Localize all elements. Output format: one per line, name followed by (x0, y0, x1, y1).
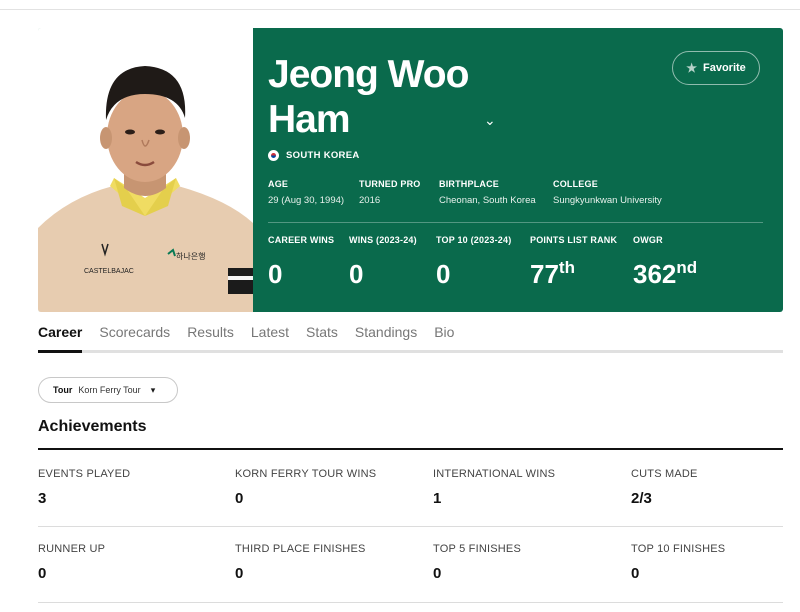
achievements-rule (38, 448, 783, 450)
achievement-runner-up: RUNNER UP 0 (38, 543, 105, 582)
stat-value: 77 (530, 259, 559, 289)
tour-dropdown-value: Korn Ferry Tour (78, 385, 141, 395)
achievement-events-played: EVENTS PLAYED 3 (38, 468, 130, 507)
achievement-kft-wins: KORN FERRY TOUR WINS 0 (235, 468, 376, 507)
player-hero: CASTELBAJAC 하나은행 Jeong Woo Ham ⌄ SOUTH K… (38, 28, 783, 312)
achievement-value: 0 (38, 565, 47, 582)
info-birthplace: BIRTHPLACE Cheonan, South Korea (439, 179, 536, 206)
favorite-label: Favorite (702, 62, 746, 74)
info-value: Cheonan, South Korea (439, 195, 536, 206)
achievement-international-wins: INTERNATIONAL WINS 1 (433, 468, 555, 507)
stat-value: 362 (633, 259, 677, 289)
tab-standings[interactable]: Standings (355, 324, 417, 340)
achievement-label: KORN FERRY TOUR WINS (235, 468, 377, 480)
south-korea-flag-icon (268, 150, 279, 161)
player-country: SOUTH KOREA (268, 150, 360, 161)
stat-suffix: nd (676, 258, 698, 277)
achievement-third-place: THIRD PLACE FINISHES 0 (235, 543, 366, 582)
favorite-button[interactable]: ★ Favorite (672, 51, 760, 85)
achievement-value: 0 (433, 565, 442, 582)
hero-divider (268, 222, 763, 223)
stat-value: 0 (349, 259, 364, 289)
info-label: TURNED PRO (359, 179, 421, 189)
info-college: COLLEGE Sungkyunkwan University (553, 179, 662, 206)
tab-bio[interactable]: Bio (434, 324, 454, 340)
achievement-label: CUTS MADE (631, 468, 698, 480)
country-label: SOUTH KOREA (286, 150, 360, 161)
achievement-value: 0 (235, 565, 244, 582)
achievement-label: TOP 5 FINISHES (433, 543, 521, 555)
player-photo: CASTELBAJAC 하나은행 (38, 28, 253, 312)
stat-career-wins: CAREER WINS 0 (268, 235, 334, 289)
tour-dropdown-label: Tour (53, 385, 73, 395)
info-value: Sungkyunkwan University (553, 195, 662, 206)
achievement-value: 3 (38, 490, 47, 507)
tab-stats[interactable]: Stats (306, 324, 338, 340)
achievement-label: EVENTS PLAYED (38, 468, 131, 480)
achievement-label: THIRD PLACE FINISHES (235, 543, 366, 555)
chevron-down-icon: ▾ (150, 384, 156, 395)
shirt-sponsor-logo: 하나은행 (176, 251, 205, 261)
achievement-value: 1 (433, 490, 442, 507)
stat-suffix: th (558, 258, 575, 277)
achievement-label: RUNNER UP (38, 543, 106, 555)
top-divider (0, 9, 800, 10)
info-turned-pro: TURNED PRO 2016 (359, 179, 421, 206)
tab-results[interactable]: Results (187, 324, 234, 340)
achievement-value: 0 (631, 565, 640, 582)
achievement-cuts-made: CUTS MADE 2/3 (631, 468, 698, 507)
stat-label: WINS (2023-24) (349, 235, 417, 245)
stat-label: OWGR (633, 235, 663, 245)
row-divider (38, 526, 783, 527)
info-label: COLLEGE (553, 179, 598, 189)
achievement-value: 2/3 (631, 490, 652, 507)
achievement-value: 0 (235, 490, 244, 507)
stat-label: CAREER WINS (268, 235, 335, 245)
stat-wins-season: WINS (2023-24) 0 (349, 235, 417, 289)
achievement-top10: TOP 10 FINISHES 0 (631, 543, 725, 582)
row-divider (38, 602, 783, 603)
stat-label: POINTS LIST RANK (530, 235, 618, 245)
tab-career[interactable]: Career (38, 324, 82, 340)
shirt-brand-logo: CASTELBAJAC (84, 268, 134, 275)
stat-label: TOP 10 (2023-24) (436, 235, 512, 245)
profile-tabs: Career Scorecards Results Latest Stats S… (38, 324, 454, 340)
stat-value: 0 (268, 259, 283, 289)
achievement-label: TOP 10 FINISHES (631, 543, 726, 555)
stat-owgr: OWGR 362nd (633, 235, 697, 289)
tabs-underline (38, 350, 783, 353)
achievement-top5: TOP 5 FINISHES 0 (433, 543, 521, 582)
star-icon: ★ (686, 61, 697, 75)
stat-points-list-rank: POINTS LIST RANK 77th (530, 235, 617, 289)
chevron-down-icon[interactable]: ⌄ (484, 112, 496, 129)
tab-latest[interactable]: Latest (251, 324, 289, 340)
tab-scorecards[interactable]: Scorecards (99, 324, 170, 340)
tour-dropdown[interactable]: Tour Korn Ferry Tour ▾ (38, 377, 178, 403)
info-value: 29 (Aug 30, 1994) (268, 195, 345, 206)
info-value: 2016 (359, 195, 381, 206)
active-tab-indicator (38, 350, 82, 353)
stat-top10-season: TOP 10 (2023-24) 0 (436, 235, 511, 289)
achievement-label: INTERNATIONAL WINS (433, 468, 556, 480)
info-label: AGE (268, 179, 289, 189)
info-age: AGE 29 (Aug 30, 1994) (268, 179, 344, 206)
info-label: BIRTHPLACE (439, 179, 499, 189)
stat-value: 0 (436, 259, 451, 289)
achievements-title: Achievements (38, 418, 147, 435)
